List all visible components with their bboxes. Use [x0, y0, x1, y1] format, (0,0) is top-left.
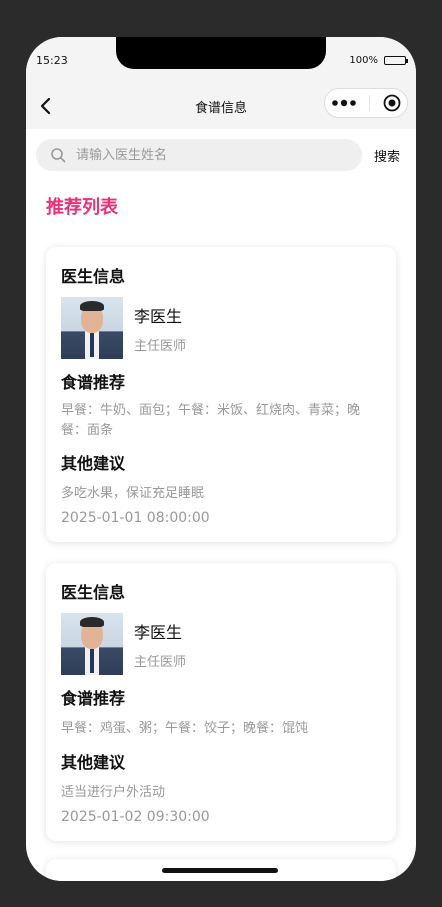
- phone-screen: 15:23 100% 食谱信息 请输入医生姓名 搜索 推荐列表 医生信息 李医生…: [26, 37, 416, 881]
- advice-heading: 其他建议: [61, 753, 126, 772]
- camera-notch: [116, 37, 326, 69]
- home-indicator: [162, 868, 278, 873]
- doctor-name: 李医生: [134, 622, 183, 642]
- navigation-bar: 食谱信息: [26, 83, 416, 129]
- recipe-text: 早餐：牛奶、面包；午餐：米饭、红烧肉、青菜；晚餐：面条: [61, 403, 361, 438]
- doctor-info-heading: 医生信息: [61, 583, 126, 602]
- search-icon: [51, 148, 66, 163]
- doctor-name: 李医生: [134, 306, 183, 326]
- status-time: 15:23: [36, 54, 68, 67]
- more-options-icon[interactable]: [331, 99, 356, 107]
- doctor-title: 主任医师: [134, 338, 187, 354]
- doctor-row: 李医生 主任医师: [61, 613, 381, 675]
- battery-percent: 100%: [349, 55, 378, 66]
- recipe-date: 2025-01-01 08:00:00: [61, 510, 210, 526]
- recipe-heading: 食谱推荐: [61, 689, 126, 708]
- doctor-title: 主任医师: [134, 654, 187, 670]
- doctor-avatar: [61, 613, 123, 675]
- search-input[interactable]: [74, 146, 318, 164]
- capsule-divider: [368, 95, 370, 111]
- doctor-info-heading: 医生信息: [61, 267, 126, 286]
- search-button[interactable]: 搜索: [374, 146, 400, 165]
- recipe-card[interactable]: 医生信息 李医生 主任医师 食谱推荐 早餐：鸡蛋、粥；午餐：饺子；晚餐：馄饨 其…: [46, 563, 396, 841]
- battery-status: 100%: [349, 55, 408, 66]
- recipe-date: 2025-01-02 09:30:00: [61, 809, 210, 825]
- doctor-avatar: [61, 297, 123, 359]
- list-title: 推荐列表: [46, 197, 118, 218]
- advice-text: 适当进行户外活动: [61, 785, 166, 800]
- recipe-heading: 食谱推荐: [61, 373, 126, 392]
- advice-text: 多吃水果，保证充足睡眠: [61, 486, 205, 501]
- battery-icon: [384, 56, 408, 65]
- recipe-text: 早餐：鸡蛋、粥；午餐：饺子；晚餐：馄饨: [61, 721, 309, 736]
- close-miniprogram-icon[interactable]: [383, 94, 401, 112]
- recipe-card[interactable]: 医生信息 李医生 主任医师 食谱推荐 早餐：牛奶、面包；午餐：米饭、红烧肉、青菜…: [46, 247, 396, 542]
- advice-heading: 其他建议: [61, 454, 126, 473]
- doctor-row: 李医生 主任医师: [61, 297, 381, 359]
- miniprogram-capsule: [324, 88, 408, 118]
- search-row: 搜索: [36, 139, 406, 171]
- search-box[interactable]: [36, 139, 362, 171]
